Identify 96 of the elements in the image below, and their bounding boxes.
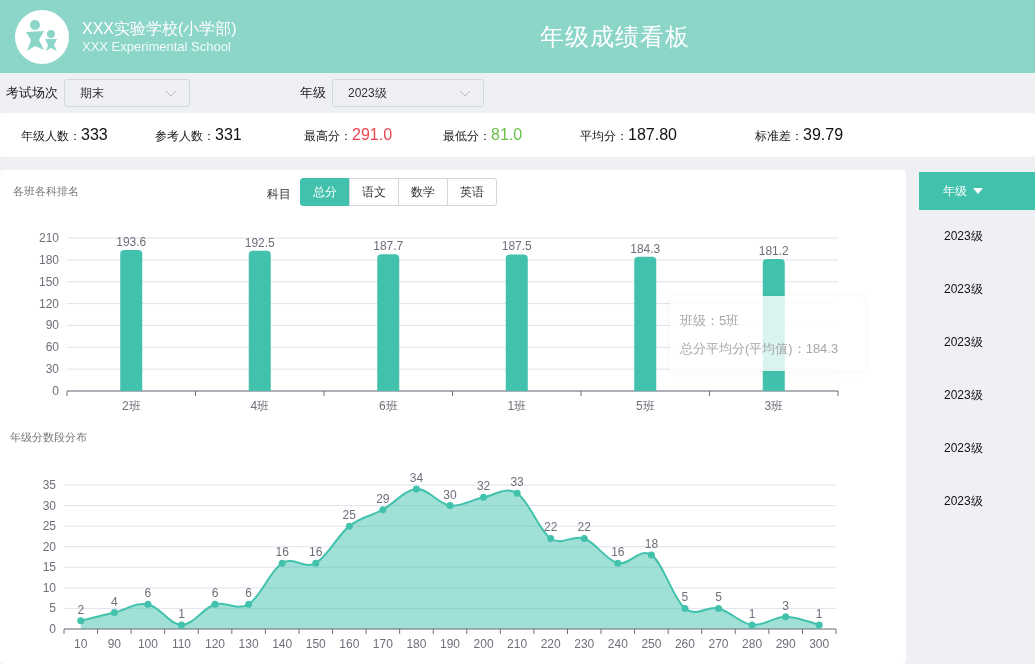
stat-label: 平均分： [580,127,628,145]
data-label: 16 [611,545,625,560]
axis-label: 90 [107,637,122,651]
axis-label: 150 [305,637,326,651]
data-label: 22 [577,520,591,535]
axis-label: 240 [607,637,628,651]
axis-label: 230 [574,637,595,651]
data-label: 1 [748,606,756,621]
axis-label: 2班 [121,399,141,413]
data-label: 16 [275,545,289,560]
axis-label: 30 [42,498,56,513]
data-label: 18 [644,536,659,551]
axis-label: 10 [74,637,88,651]
stat-value: 39.79 [803,125,844,144]
data-label: 187.5 [501,239,532,254]
axis-label: 150 [38,274,59,289]
data-label: 34 [409,471,424,486]
axis-label: 110 [171,637,192,651]
axis-label: 270 [708,637,729,651]
subject-label: 科目 [267,186,291,203]
data-label: 2 [77,602,85,617]
axis-label: 280 [742,637,763,651]
filter-label: 考试场次 [6,84,58,102]
chart-title: 年级分数段分布 [10,431,87,443]
tooltip-text: 班级：5班 [680,312,741,330]
data-label: 4 [111,594,118,609]
axis-label: 180 [406,637,427,651]
stat-label: 最低分： [443,127,491,145]
axis-label: 250 [641,637,662,651]
stat-label: 年级人数： [21,127,81,145]
data-label: 32 [476,479,491,494]
data-label: 1 [178,606,185,621]
filter-label: 年级 [300,84,326,102]
page-title: 年级成绩看板 [540,21,690,52]
axis-label: 100 [137,637,158,651]
data-label: 6 [211,586,219,601]
axis-label: 260 [674,637,695,651]
school-name: XXX实验学校(小学部) [82,18,237,39]
axis-label: 35 [42,478,56,492]
data-label: 22 [544,520,558,535]
axis-label: 170 [372,637,393,651]
axis-label: 140 [272,637,293,651]
axis-label: 5班 [635,399,655,413]
data-label: 5 [715,590,722,605]
axis-label: 200 [473,637,494,651]
axis-label: 120 [38,296,59,311]
data-label: 25 [342,508,356,523]
stat-value: 81.0 [491,125,523,144]
data-label: 6 [245,586,252,601]
axis-label: 290 [775,637,796,651]
data-label: 181.2 [758,244,789,258]
axis-label: 0 [52,384,59,398]
axis-label: 90 [45,318,59,333]
axis-label: 6班 [378,399,398,413]
chart-title: 各班各科排名 [13,184,79,199]
data-label: 187.7 [373,239,404,254]
data-label: 193.6 [116,234,147,249]
axis-label: 3班 [764,399,784,413]
data-label: 33 [510,475,524,490]
axis-label: 300 [809,637,830,651]
axis-label: 160 [339,637,360,651]
axis-label: 220 [540,637,561,651]
stat-value: 331 [215,125,242,144]
axis-label: 120 [205,637,226,651]
stat-value: 291.0 [352,125,393,144]
axis-label: 10 [42,580,56,595]
axis-label: 4班 [250,399,270,413]
stat-value: 333 [81,125,108,144]
stat-label: 参考人数： [155,127,215,145]
axis-label: 210 [507,637,528,651]
stat-label: 标准差： [755,127,803,145]
axis-label: 1班 [507,399,527,413]
school-name-english: XXX Experimental School [82,38,232,55]
axis-label: 130 [238,637,259,651]
data-label: 184.3 [630,241,661,256]
stat-label: 最高分： [304,127,352,145]
data-label: 29 [376,491,390,506]
axis-label: 15 [42,560,56,575]
axis-label: 30 [45,362,59,377]
axis-label: 180 [38,252,59,267]
axis-label: 210 [38,231,59,245]
stat-value: 187.80 [628,125,677,144]
axis-label: 190 [440,637,460,651]
data-label: 192.5 [244,235,275,250]
axis-label: 20 [42,539,56,554]
axis-label: 60 [45,340,59,355]
tooltip-text: 总分平均分(平均值)：184.3 [680,340,840,358]
data-label: 3 [782,598,789,613]
data-label: 16 [309,545,323,560]
axis-label: 0 [49,622,56,636]
axis-label: 25 [42,519,56,534]
data-label: 30 [443,487,457,502]
data-label: 6 [144,586,152,601]
data-label: 5 [681,590,689,605]
axis-label: 5 [49,601,56,616]
data-label: 1 [815,606,823,621]
